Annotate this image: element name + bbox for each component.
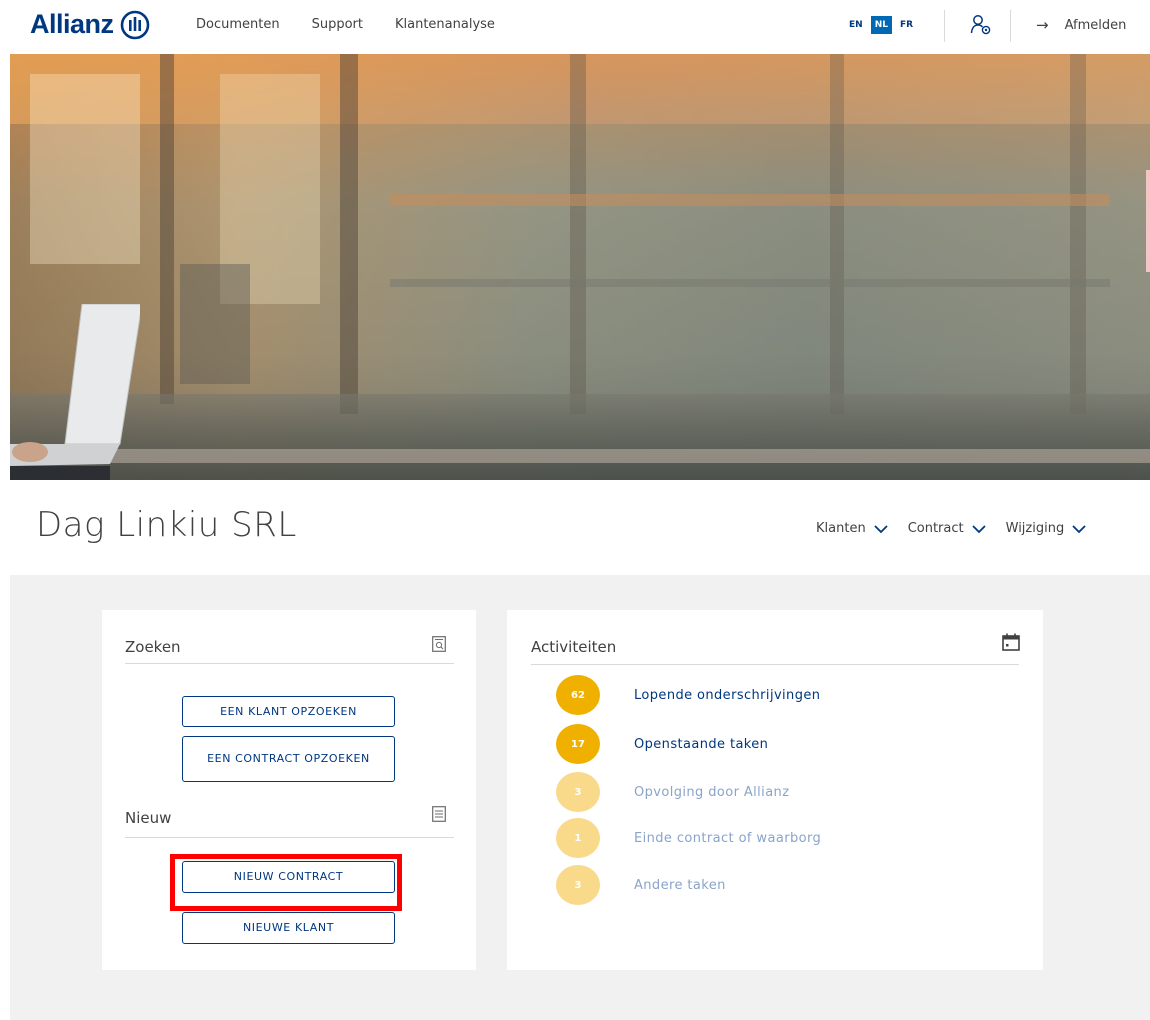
logout-label: Afmelden [1064, 17, 1127, 33]
activity-label: Openstaande taken [634, 736, 769, 752]
section-divider [531, 664, 1019, 665]
calendar-icon [1002, 633, 1020, 651]
activity-label: Opvolging door Allianz [634, 784, 790, 800]
section-title-zoeken: Zoeken [125, 638, 181, 656]
count-badge: 17 [556, 724, 600, 764]
main-nav: Documenten Support Klantenanalyse [196, 17, 527, 32]
section-divider [125, 663, 454, 664]
search-document-icon [432, 636, 446, 652]
search-new-card: Zoeken EEN KLANT OPZOEKEN EEN CONTRACT O… [102, 610, 476, 970]
activity-item[interactable]: 17 Openstaande taken [556, 724, 768, 764]
chevron-down-icon [1072, 524, 1086, 533]
arrow-right-icon: → [1036, 16, 1049, 34]
page-title: Dag Linkiu SRL [36, 505, 297, 545]
header-divider [1010, 10, 1011, 42]
logout-link[interactable]: → Afmelden [1036, 16, 1126, 34]
activity-item[interactable]: 3 Andere taken [556, 865, 726, 905]
dashboard-area: Zoeken EEN KLANT OPZOEKEN EEN CONTRACT O… [10, 575, 1150, 1020]
count-badge: 1 [556, 818, 600, 858]
section-title-nieuw: Nieuw [125, 809, 172, 827]
document-list-icon [432, 806, 446, 822]
zoek-klant-button[interactable]: EEN KLANT OPZOEKEN [182, 696, 395, 727]
header-divider [944, 10, 945, 42]
lang-nl[interactable]: NL [870, 16, 892, 34]
chevron-down-icon [874, 524, 888, 533]
nav-documenten[interactable]: Documenten [196, 17, 280, 32]
activities-card: Activiteiten 62 Lopende onderschrijvinge… [507, 610, 1043, 970]
menu-label: Klanten [816, 521, 866, 536]
activity-label: Einde contract of waarborg [634, 830, 822, 846]
nieuwe-klant-button[interactable]: NIEUWE KLANT [182, 912, 395, 944]
action-menus: Klanten Contract Wijziging [816, 521, 1086, 536]
user-settings-icon[interactable] [970, 14, 992, 36]
side-tab [1146, 170, 1150, 272]
menu-wijziging[interactable]: Wijziging [1006, 521, 1087, 536]
zoek-contract-button[interactable]: EEN CONTRACT OPZOEKEN [182, 736, 395, 782]
activity-label: Lopende onderschrijvingen [634, 687, 821, 703]
menu-klanten[interactable]: Klanten [816, 521, 888, 536]
language-switcher: EN NL FR [845, 16, 917, 34]
activity-item[interactable]: 62 Lopende onderschrijvingen [556, 675, 820, 715]
menu-label: Wijziging [1005, 521, 1065, 536]
highlight-box [170, 854, 402, 911]
section-title-activiteiten: Activiteiten [531, 638, 617, 656]
count-badge: 3 [556, 772, 600, 812]
menu-contract[interactable]: Contract [908, 521, 986, 536]
logo-text: Allianz [30, 9, 114, 39]
section-divider [125, 837, 454, 838]
lang-en[interactable]: EN [845, 16, 867, 34]
allianz-eagle-icon [120, 10, 149, 39]
chevron-down-icon [971, 524, 986, 533]
nav-klantenanalyse[interactable]: Klantenanalyse [395, 17, 495, 32]
menu-label: Contract [907, 521, 964, 536]
top-navigation-bar: Allianz Documenten Support Klantenanalys… [0, 0, 1150, 54]
count-badge: 3 [556, 865, 600, 905]
activity-label: Andere taken [634, 877, 726, 893]
hero-banner-image [10, 54, 1150, 480]
nav-support[interactable]: Support [312, 17, 363, 32]
count-badge: 62 [556, 675, 600, 715]
lang-fr[interactable]: FR [896, 16, 917, 34]
laptop-photo [10, 304, 140, 480]
activity-item[interactable]: 1 Einde contract of waarborg [556, 818, 821, 858]
activity-item[interactable]: 3 Opvolging door Allianz [556, 772, 789, 812]
allianz-logo[interactable]: Allianz [30, 9, 150, 40]
